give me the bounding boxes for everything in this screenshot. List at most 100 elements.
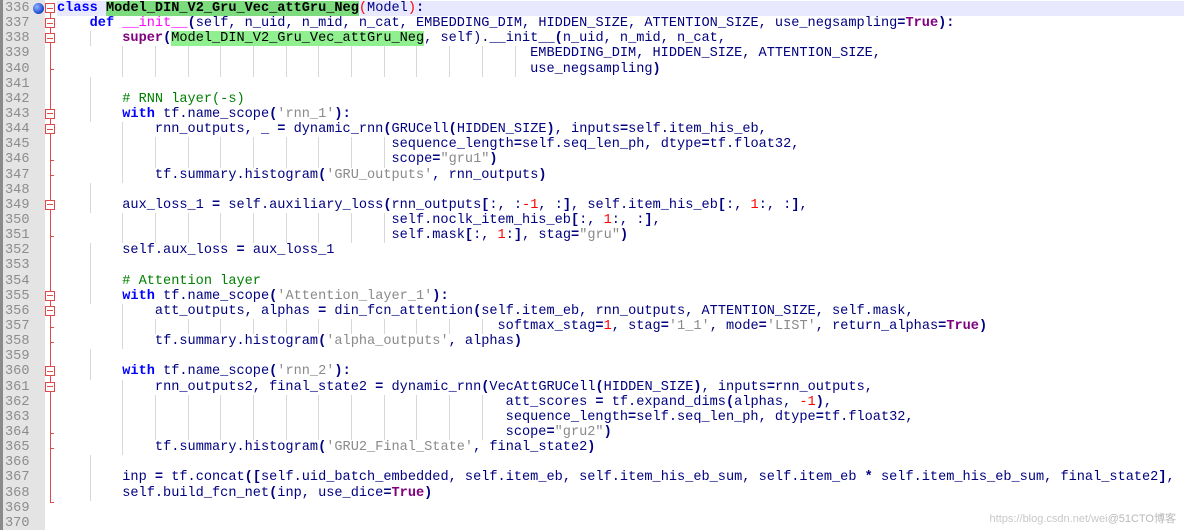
fold-collapse-icon[interactable]: [45, 124, 55, 135]
code-text[interactable]: self.noclk_item_his_eb[:, 1:, :],: [57, 213, 1184, 228]
code-text[interactable]: sequence_length=self.seq_len_ph, dtype=t…: [57, 410, 1184, 425]
code-text[interactable]: # RNN layer(-s): [57, 92, 1184, 107]
code-text[interactable]: class Model_DIN_V2_Gru_Vec_attGru_Neg(Mo…: [57, 1, 1184, 17]
code-token: :: [416, 1, 425, 16]
code-token: =: [766, 379, 775, 395]
code-text[interactable]: with tf.name_scope('rnn_1'):: [57, 107, 1184, 122]
code-line[interactable]: 359: [0, 349, 1184, 365]
code-line[interactable]: 360 with tf.name_scope('rnn_2'):: [0, 364, 1184, 380]
code-line[interactable]: 352 self.aux_loss = aux_loss_1: [0, 243, 1184, 259]
code-text[interactable]: self.aux_loss = aux_loss_1: [57, 243, 1184, 258]
code-line[interactable]: 336 class Model_DIN_V2_Gru_Vec_attGru_Neg…: [0, 1, 1184, 17]
code-token: alphas,: [734, 394, 800, 410]
code-token: self.seq_len_ph, dtype: [522, 137, 702, 153]
code-text[interactable]: scope="gru1"): [57, 152, 1184, 167]
code-line[interactable]: 353: [0, 258, 1184, 274]
code-line[interactable]: 362 att_scores = tf.expand_dims(alphas, …: [0, 394, 1184, 410]
code-text[interactable]: use_negsampling): [57, 62, 1184, 77]
code-text[interactable]: self.mask[:, 1:], stag="gru"): [57, 228, 1184, 243]
line-number: 342: [5, 91, 30, 107]
code-line[interactable]: 368 self.build_fcn_net(inp, use_dice=Tru…: [0, 485, 1184, 501]
fold-collapse-icon[interactable]: [45, 33, 55, 44]
code-text[interactable]: super(Model_DIN_V2_Gru_Vec_attGru_Neg, s…: [57, 31, 1184, 47]
code-line[interactable]: 361 rnn_outputs2, final_state2 = dynamic…: [0, 379, 1184, 395]
code-line[interactable]: 345 sequence_length=self.seq_len_ph, dty…: [0, 137, 1184, 153]
code-line[interactable]: 365 tf.summary.histogram('GRU2_Final_Sta…: [0, 440, 1184, 456]
code-line[interactable]: 350 self.noclk_item_his_eb[:, 1:, :],: [0, 212, 1184, 229]
code-text[interactable]: [57, 258, 1184, 273]
code-text[interactable]: att_outputs, alphas = din_fcn_attention(…: [57, 304, 1184, 319]
code-line[interactable]: 356 att_outputs, alphas = din_fcn_attent…: [0, 303, 1184, 319]
code-token: att_outputs, alphas: [154, 303, 319, 319]
code-token: tf.float32,: [823, 409, 914, 425]
code-line[interactable]: 355 with tf.name_scope('Attention_layer_…: [0, 288, 1184, 304]
code-token: True: [946, 318, 979, 334]
code-token: (: [383, 122, 392, 138]
fold-collapse-icon[interactable]: [45, 18, 55, 29]
fold-end-marker: [50, 235, 54, 237]
fold-collapse-icon[interactable]: [45, 108, 55, 119]
code-text[interactable]: def __init__(self, n_uid, n_mid, n_cat, …: [57, 16, 1184, 31]
code-text[interactable]: # Attention layer: [57, 274, 1184, 289]
code-text[interactable]: tf.summary.histogram('alpha_outputs', al…: [57, 334, 1184, 349]
code-token: self.item_his_eb_sum, final_state2: [872, 470, 1159, 486]
code-text[interactable]: [57, 455, 1184, 470]
code-text[interactable]: softmax_stag=1, stag='1_1', mode='LIST',…: [57, 319, 1184, 334]
code-editor[interactable]: 336 class Model_DIN_V2_Gru_Vec_attGru_Neg…: [0, 0, 1184, 530]
code-text[interactable]: rnn_outputs, _ = dynamic_rnn(GRUCell(HID…: [57, 122, 1184, 137]
code-line[interactable]: 346 scope="gru1"): [0, 152, 1184, 168]
code-text[interactable]: tf.summary.histogram('GRU2_Final_State',…: [57, 440, 1184, 455]
fold-collapse-icon[interactable]: [45, 290, 55, 301]
fold-collapse-icon[interactable]: [45, 305, 55, 316]
code-text[interactable]: [57, 183, 1184, 198]
code-line[interactable]: 338 super(Model_DIN_V2_Gru_Vec_attGru_Ne…: [0, 31, 1184, 47]
fold-collapse-icon[interactable]: [45, 3, 55, 13]
code-text[interactable]: scope="gru2"): [57, 425, 1184, 440]
line-number: 355: [5, 288, 30, 304]
code-text[interactable]: aux_loss_1 = self.auxiliary_loss(rnn_out…: [57, 198, 1184, 213]
fold-collapse-icon[interactable]: [45, 366, 55, 377]
code-token: Model_DIN_V2_Gru_Vec_attGru_Neg: [171, 31, 425, 47]
code-text[interactable]: with tf.name_scope('rnn_2'):: [57, 364, 1184, 379]
code-line[interactable]: 363 sequence_length=self.seq_len_ph, dty…: [0, 409, 1184, 425]
code-line[interactable]: 366: [0, 455, 1184, 471]
code-text[interactable]: tf.summary.histogram('GRU_outputs', rnn_…: [57, 168, 1184, 183]
code-line[interactable]: 354 # Attention layer: [0, 273, 1184, 289]
code-text[interactable]: [57, 349, 1184, 364]
code-line[interactable]: 344 rnn_outputs, _ = dynamic_rnn(GRUCell…: [0, 122, 1184, 138]
code-line[interactable]: 367 inp = tf.concat([self.uid_batch_embe…: [0, 470, 1184, 486]
code-lines[interactable]: 336 class Model_DIN_V2_Gru_Vec_attGru_Neg…: [0, 1, 1184, 530]
fold-collapse-icon[interactable]: [45, 381, 55, 392]
code-text[interactable]: self.build_fcn_net(inp, use_dice=True): [57, 486, 1184, 501]
code-text[interactable]: sequence_length=self.seq_len_ph, dtype=t…: [57, 137, 1184, 152]
code-line[interactable]: 342 # RNN layer(-s): [0, 91, 1184, 107]
code-line[interactable]: 340 use_negsampling): [0, 61, 1184, 77]
code-text[interactable]: att_scores = tf.expand_dims(alphas, -1),: [57, 395, 1184, 410]
code-text[interactable]: with tf.name_scope('Attention_layer_1'):: [57, 289, 1184, 304]
line-number: 361: [5, 379, 30, 395]
code-line[interactable]: 348: [0, 182, 1184, 198]
code-token: , stag: [611, 318, 661, 334]
code-line[interactable]: 341: [0, 76, 1184, 92]
code-line[interactable]: 349 aux_loss_1 = self.auxiliary_loss(rnn…: [0, 197, 1184, 213]
code-line[interactable]: 337 def __init__(self, n_uid, n_mid, n_c…: [0, 16, 1184, 31]
code-line[interactable]: 364 scope="gru2"): [0, 424, 1184, 441]
code-text[interactable]: rnn_outputs2, final_state2 = dynamic_rnn…: [57, 380, 1184, 395]
code-text[interactable]: inp = tf.concat([self.uid_batch_embedded…: [57, 470, 1184, 485]
code-line[interactable]: 357 softmax_stag=1, stag='1_1', mode='LI…: [0, 318, 1184, 335]
line-number: 368: [5, 485, 30, 501]
code-line[interactable]: 358 tf.summary.histogram('alpha_outputs'…: [0, 334, 1184, 350]
code-line[interactable]: 351 self.mask[:, 1:], stag="gru"): [0, 228, 1184, 244]
fold-collapse-icon[interactable]: [45, 199, 55, 210]
code-token: ): [587, 440, 596, 456]
code-token: ,: [799, 197, 808, 213]
code-token: 'rnn_1': [277, 106, 335, 122]
code-text[interactable]: [57, 77, 1184, 92]
code-line[interactable]: 339 EMBEDDING_DIM, HIDDEN_SIZE, ATTENTIO…: [0, 46, 1184, 62]
code-line[interactable]: 347 tf.summary.histogram('GRU_outputs', …: [0, 167, 1184, 183]
bookmark-icon[interactable]: [33, 3, 44, 14]
code-token: rnn_outputs2, final_state2: [154, 379, 376, 395]
code-text[interactable]: EMBEDDING_DIM, HIDDEN_SIZE, ATTENTION_SI…: [57, 46, 1184, 61]
code-line[interactable]: 343 with tf.name_scope('rnn_1'):: [0, 106, 1184, 123]
